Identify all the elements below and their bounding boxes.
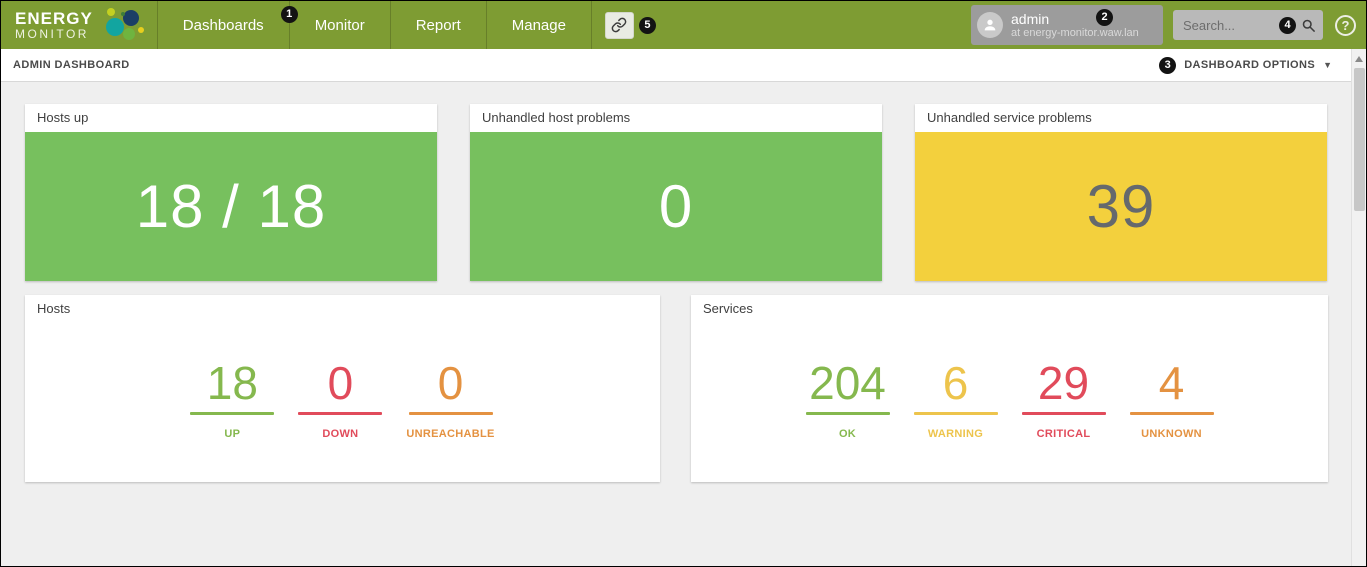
user-avatar-icon	[977, 12, 1003, 38]
stat-services-ok[interactable]: 204 OK	[806, 359, 890, 440]
stat-underline	[1022, 412, 1106, 415]
nav-item-label: Report	[416, 17, 461, 34]
stat-label: WARNING	[928, 428, 983, 440]
quick-link-button[interactable]	[605, 12, 634, 39]
stat-value: 6	[943, 359, 969, 407]
stat-hosts-down[interactable]: 0 DOWN	[298, 359, 382, 440]
hosts-up-value-panel[interactable]: 18 / 18	[25, 132, 437, 281]
help-label: ?	[1342, 18, 1350, 33]
user-text: admin at energy-monitor.waw.lan	[1011, 11, 1139, 40]
stat-value: 204	[809, 359, 886, 407]
stat-underline	[298, 412, 382, 415]
vertical-scrollbar[interactable]	[1351, 49, 1366, 566]
card-title: Unhandled service problems	[915, 104, 1327, 132]
scrollbar-up-arrow[interactable]	[1355, 56, 1363, 62]
logo-molecule-icon	[101, 5, 147, 45]
search-box: 4	[1173, 10, 1323, 40]
unhandled-service-problems-value: 39	[1087, 172, 1156, 241]
annotation-badge-1: 1	[281, 6, 298, 23]
logo-line2: MONITOR	[15, 28, 93, 41]
hosts-up-value: 18 / 18	[136, 172, 327, 241]
help-button[interactable]: ?	[1335, 15, 1356, 36]
card-unhandled-service-problems: Unhandled service problems 39	[915, 104, 1327, 281]
subheader: ADMIN DASHBOARD 3 DASHBOARD OPTIONS ▼	[1, 49, 1366, 82]
card-unhandled-host-problems: Unhandled host problems 0	[470, 104, 882, 281]
main-nav: Dashboards 1 Monitor Report Manage	[158, 1, 592, 49]
stat-label: OK	[839, 428, 856, 440]
stat-underline	[409, 412, 493, 415]
stat-services-warning[interactable]: 6 WARNING	[914, 359, 998, 440]
stat-hosts-unreachable[interactable]: 0 UNREACHABLE	[406, 359, 494, 440]
stat-label: CRITICAL	[1037, 428, 1091, 440]
search-icon[interactable]	[1301, 18, 1316, 33]
stat-label: DOWN	[322, 428, 358, 440]
stat-value: 29	[1038, 359, 1089, 407]
chevron-down-icon: ▼	[1323, 60, 1332, 70]
user-name: admin	[1011, 11, 1139, 27]
stat-underline	[914, 412, 998, 415]
stat-value: 0	[328, 359, 354, 407]
dashboard-options-button[interactable]: 3 DASHBOARD OPTIONS ▼	[1159, 57, 1332, 74]
card-hosts-up: Hosts up 18 / 18	[25, 104, 437, 281]
app-logo[interactable]: ENERGY MONITOR	[1, 1, 158, 49]
user-menu[interactable]: admin at energy-monitor.waw.lan 2	[971, 5, 1163, 45]
logo-text: ENERGY MONITOR	[15, 10, 93, 40]
nav-item-label: Manage	[512, 17, 566, 34]
stat-services-unknown[interactable]: 4 UNKNOWN	[1130, 359, 1214, 440]
annotation-badge-5: 5	[639, 17, 656, 34]
detail-row: Hosts 18 UP 0 DOWN 0 UNRE	[25, 295, 1366, 482]
unhandled-host-problems-value: 0	[659, 172, 693, 241]
stat-label: UNREACHABLE	[406, 428, 494, 440]
nav-item-dashboards[interactable]: Dashboards 1	[158, 1, 290, 49]
stat-label: UNKNOWN	[1141, 428, 1202, 440]
unhandled-host-problems-value-panel[interactable]: 0	[470, 132, 882, 281]
user-host: at energy-monitor.waw.lan	[1011, 27, 1139, 40]
stat-underline	[806, 412, 890, 415]
card-title: Unhandled host problems	[470, 104, 882, 132]
scrollbar-thumb[interactable]	[1354, 68, 1365, 211]
stat-underline	[1130, 412, 1214, 415]
nav-item-monitor[interactable]: Monitor	[290, 1, 391, 49]
quicklink-area: 5	[605, 1, 656, 49]
nav-item-label: Dashboards	[183, 17, 264, 34]
stat-services-critical[interactable]: 29 CRITICAL	[1022, 359, 1106, 440]
nav-item-report[interactable]: Report	[391, 1, 487, 49]
top-navbar: ENERGY MONITOR Dashboards 1 Monitor Rep	[1, 1, 1366, 49]
stat-value: 18	[207, 359, 258, 407]
summary-row: Hosts up 18 / 18 Unhandled host problems…	[25, 104, 1366, 281]
annotation-badge-2: 2	[1096, 9, 1113, 26]
card-title: Hosts up	[25, 104, 437, 132]
card-hosts: Hosts 18 UP 0 DOWN 0 UNRE	[25, 295, 660, 482]
stat-value: 0	[438, 359, 464, 407]
nav-item-manage[interactable]: Manage	[487, 1, 592, 49]
unhandled-service-problems-value-panel[interactable]: 39	[915, 132, 1327, 281]
page-title: ADMIN DASHBOARD	[13, 59, 130, 71]
dashboard-content: Hosts up 18 / 18 Unhandled host problems…	[1, 82, 1366, 482]
navbar-right: admin at energy-monitor.waw.lan 2 4 ?	[971, 1, 1366, 49]
hosts-stats: 18 UP 0 DOWN 0 UNREACHABLE	[25, 323, 660, 482]
stat-hosts-up[interactable]: 18 UP	[190, 359, 274, 440]
annotation-badge-4: 4	[1279, 17, 1296, 34]
card-title: Services	[691, 295, 1328, 323]
annotation-badge-3: 3	[1159, 57, 1176, 74]
card-services: Services 204 OK 6 WARNING 29	[691, 295, 1328, 482]
nav-item-label: Monitor	[315, 17, 365, 34]
card-title: Hosts	[25, 295, 660, 323]
search-input[interactable]	[1183, 18, 1274, 33]
services-stats: 204 OK 6 WARNING 29 CRITICAL	[691, 323, 1328, 482]
stat-label: UP	[224, 428, 240, 440]
stat-underline	[190, 412, 274, 415]
logo-line1: ENERGY	[15, 10, 93, 28]
stat-value: 4	[1159, 359, 1185, 407]
app-window: ENERGY MONITOR Dashboards 1 Monitor Rep	[0, 0, 1367, 567]
dashboard-options-label: DASHBOARD OPTIONS	[1184, 59, 1315, 71]
link-icon	[611, 17, 627, 33]
